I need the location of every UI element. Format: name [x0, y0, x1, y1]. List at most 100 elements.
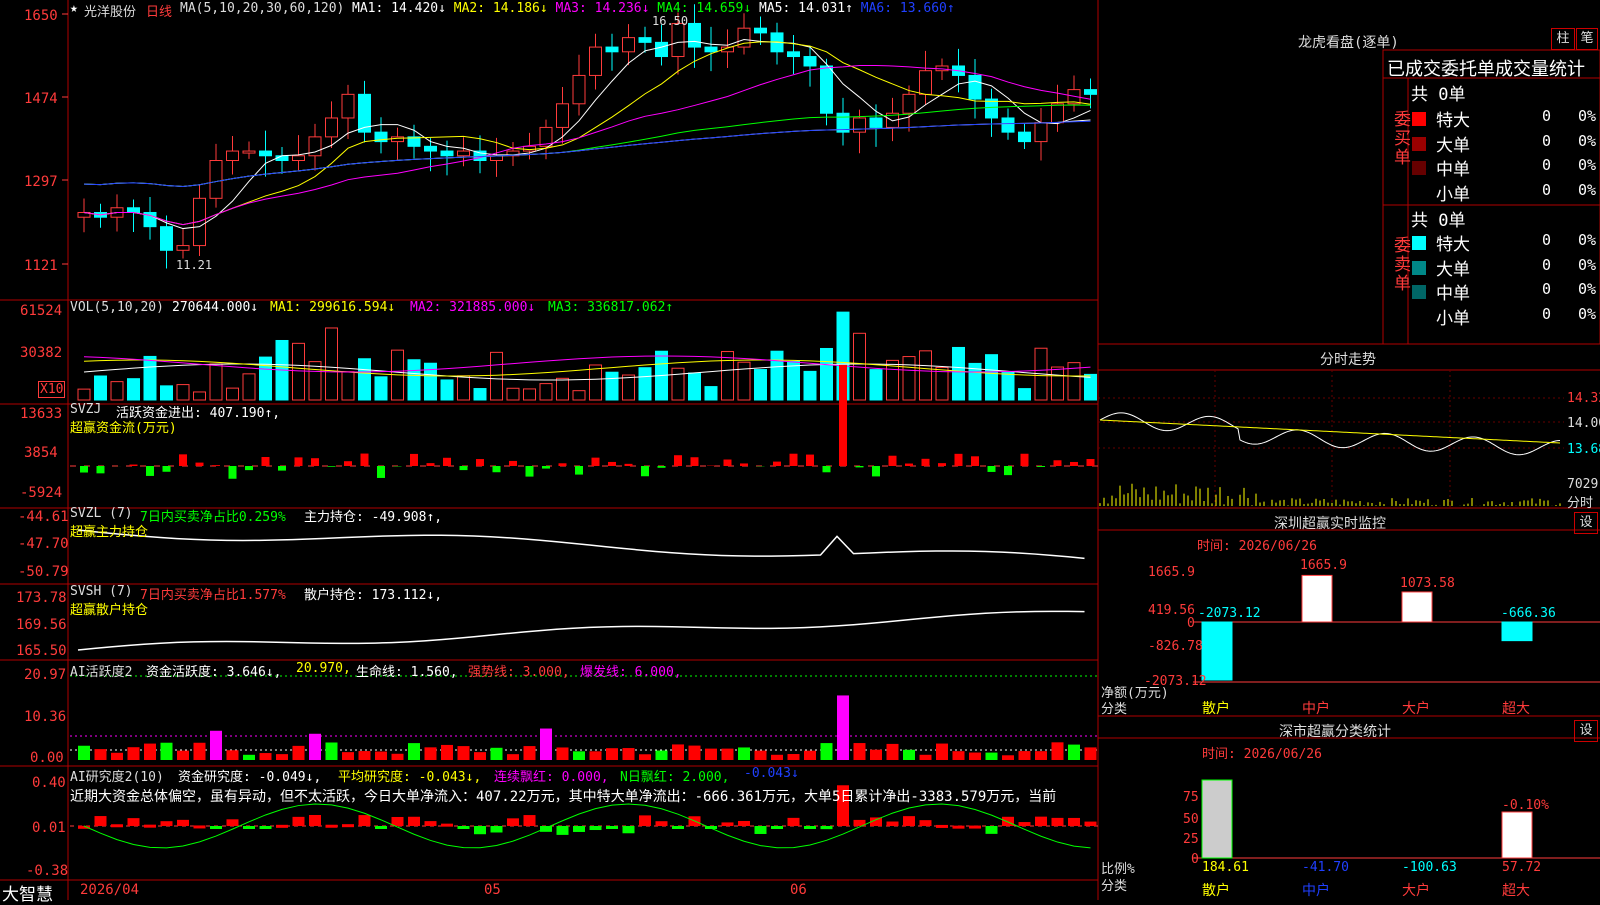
ai-research-axis-tick: 0.01 [32, 820, 66, 836]
activity-bar [804, 751, 816, 760]
activity-bar [144, 744, 156, 760]
vol-axis-tick: 61524 [20, 303, 62, 319]
color-swatch [1412, 137, 1426, 151]
research-bar [309, 815, 321, 826]
activity-bar [359, 751, 371, 760]
price-axis-tick: 1297 [24, 174, 58, 190]
candle-body [243, 151, 255, 153]
candle-body [1002, 118, 1014, 132]
svzl-label1: 7日内买卖净占比0.259% [140, 506, 286, 525]
research-bar [95, 816, 107, 826]
research-bar [243, 826, 255, 829]
fl-category: 超大 [1502, 880, 1530, 900]
flow-bar [427, 463, 435, 466]
ai-research-label5: -0.043↓ [744, 766, 799, 781]
flow-bar [212, 465, 220, 466]
volume-bar [639, 368, 651, 400]
lhb-title: 龙虎看盘(逐单) [1298, 32, 1399, 52]
activity-bar [672, 744, 684, 760]
ma-value: MA6: 13.660↑ [861, 1, 955, 16]
flow-bar [328, 466, 336, 467]
sz-value-label: 1665.9 [1300, 558, 1347, 573]
volume-bar [111, 382, 123, 400]
research-bar [557, 826, 569, 835]
sell-side-label: 委卖单 [1388, 236, 1413, 293]
volume-bar [557, 378, 569, 400]
volume-bar [144, 356, 156, 400]
flow-bar [988, 466, 996, 472]
chart-canvas[interactable] [0, 0, 1600, 900]
volume-bar [755, 370, 767, 400]
volume-bar [425, 363, 437, 400]
candle-body [441, 151, 453, 156]
sz-category-settings-button[interactable]: 设 [1574, 720, 1598, 742]
candle-body [392, 137, 404, 142]
vol-axis-tick: 30382 [20, 345, 62, 361]
candle-body [1035, 123, 1047, 142]
volume-bar [161, 386, 173, 400]
fl-xlabel: 分类 [1101, 875, 1127, 894]
candle-body [903, 94, 915, 113]
fl-axis-tick: 25 [1183, 832, 1199, 847]
candle-body [639, 38, 651, 43]
volume-bar [326, 328, 338, 400]
activity-bar [408, 743, 420, 760]
activity-bar [573, 751, 585, 760]
sz-axis-tick: 0 [1187, 616, 1195, 631]
research-bar [177, 820, 189, 826]
flow-bar [1070, 462, 1078, 466]
flow-bar [493, 466, 501, 472]
order-count: 0 [1542, 231, 1551, 249]
brand-logo: 大智慧 [2, 880, 53, 905]
volume-bar [474, 389, 486, 400]
svzl-title: SVZL (7) [70, 506, 133, 521]
volume-bar [491, 352, 503, 400]
volume-bar [1002, 372, 1014, 400]
volume-bar [590, 365, 602, 400]
research-bar [392, 817, 404, 826]
tick-mode-button[interactable]: 笔 [1576, 28, 1598, 50]
flow-bar [674, 455, 682, 466]
sz-monitor-settings-button[interactable]: 设 [1574, 512, 1598, 534]
volume-bar [953, 347, 965, 400]
ai-active-label4: 强势线: 3.000, [468, 661, 570, 680]
candlestick-series[interactable] [78, 4, 1097, 268]
sz-value-label: -2073.12 [1198, 606, 1261, 621]
research-bar [1068, 818, 1080, 826]
ratio-bar [1202, 780, 1232, 858]
research-bar [771, 826, 783, 829]
volume-bar [375, 377, 387, 400]
bar-mode-button[interactable]: 柱 [1551, 28, 1575, 50]
flow-bar [361, 454, 369, 466]
activity-bar [920, 755, 932, 760]
average-line [1100, 420, 1560, 443]
research-bar [656, 821, 668, 826]
volume-bar [623, 375, 635, 400]
activity-bar [1019, 751, 1031, 760]
sz-xlabel: 分类 [1101, 698, 1127, 717]
research-bar [474, 826, 486, 834]
volume-bar [936, 367, 948, 400]
activity-bar [821, 743, 833, 760]
candle-body [705, 47, 717, 52]
activity-bar [771, 755, 783, 760]
candle-body [177, 246, 189, 251]
flow-bar [97, 466, 105, 473]
stock-name[interactable]: 光洋股份 [84, 1, 136, 20]
sz-monitor-date: 时间: 2026/06/26 [1197, 535, 1317, 554]
activity-bar [210, 731, 222, 760]
volume-bar [540, 384, 552, 400]
flow-bar [740, 463, 748, 466]
ai-research-label3: 连续飘红: 0.000, [494, 766, 609, 785]
candle-body [689, 23, 701, 47]
volume-bar [722, 352, 734, 400]
ratio-bar [1502, 812, 1532, 858]
period-label[interactable]: 日线 [146, 1, 172, 20]
sz-axis-tick: 1665.9 [1148, 565, 1195, 580]
volume-bars[interactable] [78, 312, 1097, 400]
volume-bar [524, 389, 536, 400]
activity-bar [95, 749, 107, 760]
research-bar [804, 826, 816, 829]
volume-bar [870, 370, 882, 400]
vol-ma2: MA2: 321885.000↓ [410, 300, 535, 315]
